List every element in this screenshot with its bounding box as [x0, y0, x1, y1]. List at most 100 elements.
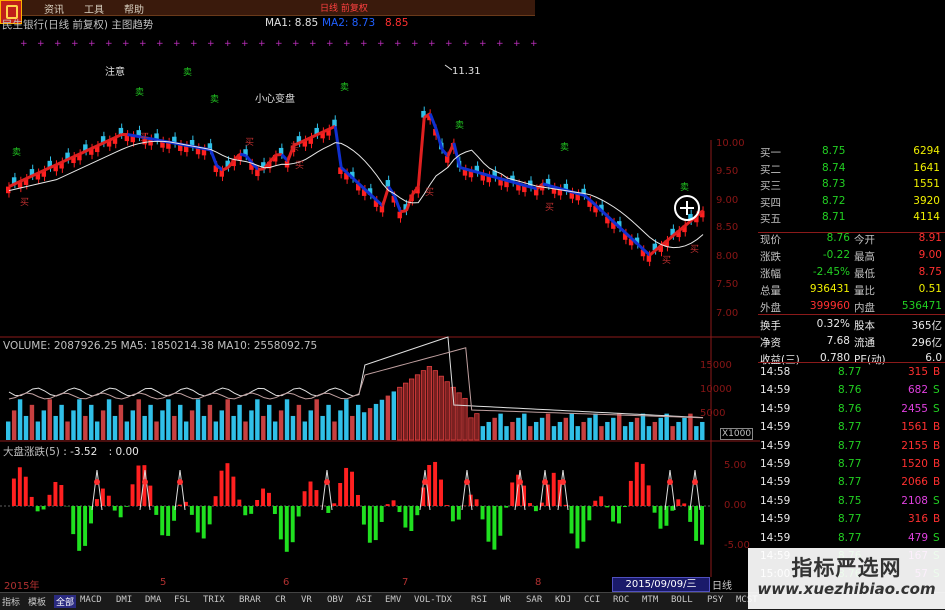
tab-brar[interactable]: BRAR: [239, 595, 261, 605]
oscillator-bar: [475, 499, 479, 506]
volume-bar: [445, 382, 449, 440]
tab-trix[interactable]: TRIX: [203, 595, 225, 605]
kline-chart[interactable]: +++++++++++++++++++++++++++++++注意小心变盘11.…: [0, 30, 760, 577]
tab-vr[interactable]: VR: [301, 595, 312, 605]
volume-bar: [202, 416, 206, 440]
volume-bar: [475, 414, 479, 440]
tab-fsl[interactable]: FSL: [174, 595, 190, 605]
volume-bar: [427, 366, 431, 440]
tick-volume: 2108: [898, 495, 928, 507]
tick-volume: 315: [898, 366, 928, 378]
tab-emv[interactable]: EMV: [385, 595, 401, 605]
tab-cci[interactable]: CCI: [584, 595, 600, 605]
price-axis-label: 9.00: [716, 195, 738, 206]
stats-value: 8.91: [898, 232, 942, 244]
tick-side: B: [933, 476, 940, 488]
tab-wr[interactable]: WR: [500, 595, 511, 605]
tab-rsi[interactable]: RSI: [471, 595, 487, 605]
oscillator-bar: [113, 506, 117, 511]
volume-bar: [664, 414, 668, 440]
order-book-volume: 1641: [908, 162, 940, 174]
oscillator-bar: [575, 506, 579, 548]
oscillator-bar: [392, 500, 396, 506]
trend-line-segment: [80, 151, 86, 154]
oscillator-value-2: : 0.00: [109, 446, 139, 458]
oscillator-bar: [599, 496, 603, 506]
tab-obv[interactable]: OBV: [327, 595, 343, 605]
buy-signal-label: 买: [245, 137, 254, 148]
crosshair-cursor-icon[interactable]: [674, 195, 700, 221]
tab-asi[interactable]: ASI: [356, 595, 372, 605]
tick-side: B: [933, 513, 940, 525]
tab-boll[interactable]: BOLL: [671, 595, 693, 605]
tab-voltdx[interactable]: VOL-TDX: [414, 595, 452, 605]
price-stats: 现价8.76今开8.91涨跌-0.22最高9.00涨幅-2.45%最低8.75总…: [758, 232, 945, 316]
menu-item-tools[interactable]: 工具: [84, 1, 104, 16]
volume-bar: [421, 371, 425, 440]
tab-macd[interactable]: MACD: [80, 595, 102, 605]
stats-label: 量比: [854, 283, 875, 298]
tab-dmi[interactable]: DMI: [116, 595, 132, 605]
menu-item-news[interactable]: 资讯: [44, 1, 64, 16]
oscillator-bar: [303, 491, 307, 506]
stats-value: 9.00: [898, 249, 942, 261]
oscillator-bar: [332, 503, 336, 506]
tab-dma[interactable]: DMA: [145, 595, 161, 605]
tab-[interactable]: 模板: [28, 595, 46, 608]
tick-price: 8.75: [838, 495, 861, 507]
trend-line-segment: [62, 159, 68, 162]
volume-bar: [279, 410, 283, 440]
volume-bar: [285, 399, 289, 440]
volume-header: VOLUME: 2087926.25 MA5: 1850214.38 MA10:…: [3, 340, 317, 352]
volume-bar: [546, 414, 550, 440]
oscillator-bar: [593, 501, 597, 506]
order-book-volume: 1551: [908, 178, 940, 190]
trend-line-segment: [685, 221, 691, 226]
volume-bar: [42, 410, 46, 440]
trend-line-segment: [495, 177, 501, 179]
tab-[interactable]: 指标: [2, 595, 20, 608]
volume-bar: [564, 418, 568, 440]
trend-line-segment: [525, 186, 531, 188]
menu-item-help[interactable]: 帮助: [124, 1, 144, 16]
candle-body: [647, 255, 651, 262]
oscillator-signal-dot: [142, 479, 148, 485]
volume-bar: [243, 422, 247, 441]
period-label[interactable]: 日线: [712, 577, 732, 592]
volume-bar: [237, 405, 241, 440]
trend-line-segment: [543, 184, 549, 186]
tab-kdj[interactable]: KDJ: [555, 595, 571, 605]
oscillator-header: 大盘涨跌(5) : -3.52 : 0.00: [3, 444, 139, 459]
ma2-value: MA2: 8.73: [322, 17, 375, 29]
trend-line-segment: [45, 167, 51, 170]
tab-cr[interactable]: CR: [275, 595, 286, 605]
oscillator-bar: [338, 483, 342, 506]
oscillator-bar: [208, 506, 212, 524]
fundamental-value: 365亿: [898, 318, 942, 333]
tab-roc[interactable]: ROC: [613, 595, 629, 605]
tab-sar[interactable]: SAR: [526, 595, 542, 605]
oscillator-axis-label: -5.00: [724, 540, 750, 551]
volume-bar: [314, 399, 318, 440]
tick-time: 14:59: [760, 421, 790, 433]
tab-mtm[interactable]: MTM: [642, 595, 658, 605]
signal-marker-icon: +: [105, 39, 113, 49]
volume-bar: [160, 410, 164, 440]
oscillator-bar: [374, 506, 378, 540]
tick-price: 8.77: [838, 476, 861, 488]
oscillator-signal-dot: [542, 479, 548, 485]
signal-marker-icon: +: [88, 39, 96, 49]
annotation-peak-price: 11.31: [452, 66, 481, 77]
volume-bar: [326, 405, 330, 440]
volume-bar: [320, 416, 324, 440]
tick-side: S: [933, 532, 940, 544]
signal-marker-icon: +: [275, 39, 283, 49]
tab-[interactable]: 全部: [54, 595, 76, 608]
tick-side: S: [933, 403, 940, 415]
tab-psy[interactable]: PSY: [707, 595, 723, 605]
signal-marker-icon: +: [190, 39, 198, 49]
fundamental-value: 7.68: [798, 335, 850, 347]
volume-bar: [309, 410, 313, 440]
trend-line-segment: [312, 135, 318, 138]
volume-bar: [137, 399, 141, 440]
